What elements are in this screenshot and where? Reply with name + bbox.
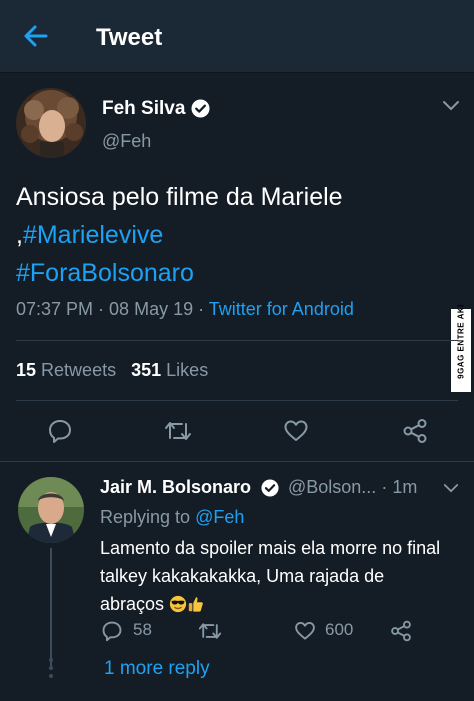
tweet-date: 08 May 19 xyxy=(109,299,194,319)
tweet-time: 07:37 PM xyxy=(16,299,94,319)
tweet-source-link[interactable]: Twitter for Android xyxy=(209,299,354,319)
replying-to-link[interactable]: @Feh xyxy=(195,507,244,527)
reply-replies-count[interactable]: 58 xyxy=(133,620,152,640)
chevron-down-icon[interactable] xyxy=(443,483,459,494)
thread-dots xyxy=(49,658,53,678)
divider xyxy=(16,340,458,341)
reply-author-name[interactable]: Jair M. Bolsonaro xyxy=(100,477,251,498)
arrow-left-icon[interactable] xyxy=(22,22,50,50)
share-icon[interactable] xyxy=(390,620,412,642)
likes-label[interactable]: Likes xyxy=(166,360,208,380)
hashtag-link[interactable]: #ForaBolsonaro xyxy=(16,259,194,287)
reply-icon[interactable] xyxy=(101,620,123,642)
thread-line xyxy=(50,548,52,666)
tweet-stats: 15 Retweets 351 Likes xyxy=(16,360,208,381)
reply-text-body: Lamento da spoiler mais ela morre no fin… xyxy=(100,538,441,614)
replying-to: Replying to @Feh xyxy=(100,507,244,528)
sunglasses-emoji-icon xyxy=(169,595,187,613)
avatar[interactable] xyxy=(16,88,86,158)
top-bar: Tweet xyxy=(0,0,474,73)
share-icon[interactable] xyxy=(402,418,428,444)
page-title: Tweet xyxy=(96,24,163,51)
retweet-icon[interactable] xyxy=(197,620,223,642)
retweets-label[interactable]: Retweets xyxy=(41,360,116,380)
tweet-meta: 07:37 PM · 08 May 19 · Twitter for Andro… xyxy=(16,299,354,319)
retweets-count[interactable]: 15 xyxy=(16,360,36,380)
reply-time: 1m xyxy=(392,477,418,497)
verified-badge-icon xyxy=(191,99,210,118)
retweet-icon[interactable] xyxy=(163,418,193,444)
verified-badge-icon xyxy=(261,479,279,497)
watermark-logo: 9GAG ENTRE AKI xyxy=(451,304,471,392)
divider xyxy=(16,400,458,401)
thumbs-up-emoji-icon xyxy=(188,597,203,612)
heart-icon[interactable] xyxy=(294,620,316,642)
reply-author-handle[interactable]: @Bolson... · 1m xyxy=(288,477,417,498)
reply-text: Lamento da spoiler mais ela morre no fin… xyxy=(100,534,450,618)
hashtag-link[interactable]: #Marielevive xyxy=(23,221,163,249)
reply-icon[interactable] xyxy=(47,418,73,444)
more-replies-link[interactable]: 1 more reply xyxy=(104,658,210,680)
reply-handle-text[interactable]: @Bolson... xyxy=(288,477,376,497)
watermark-text: 9GAG ENTRE AKI xyxy=(456,304,466,379)
likes-count[interactable]: 351 xyxy=(131,360,161,380)
reply-avatar[interactable] xyxy=(18,477,84,543)
heart-icon[interactable] xyxy=(283,418,309,444)
replying-prefix: Replying to xyxy=(100,507,191,527)
author-name[interactable]: Feh Silva xyxy=(102,98,185,120)
chevron-down-icon[interactable] xyxy=(442,100,460,112)
tweet-text: Ansiosa pelo filme da Mariele ,#Marielev… xyxy=(16,178,456,292)
author-handle[interactable]: @Feh xyxy=(102,131,151,152)
divider xyxy=(0,461,474,462)
reply-likes-count[interactable]: 600 xyxy=(325,620,353,640)
